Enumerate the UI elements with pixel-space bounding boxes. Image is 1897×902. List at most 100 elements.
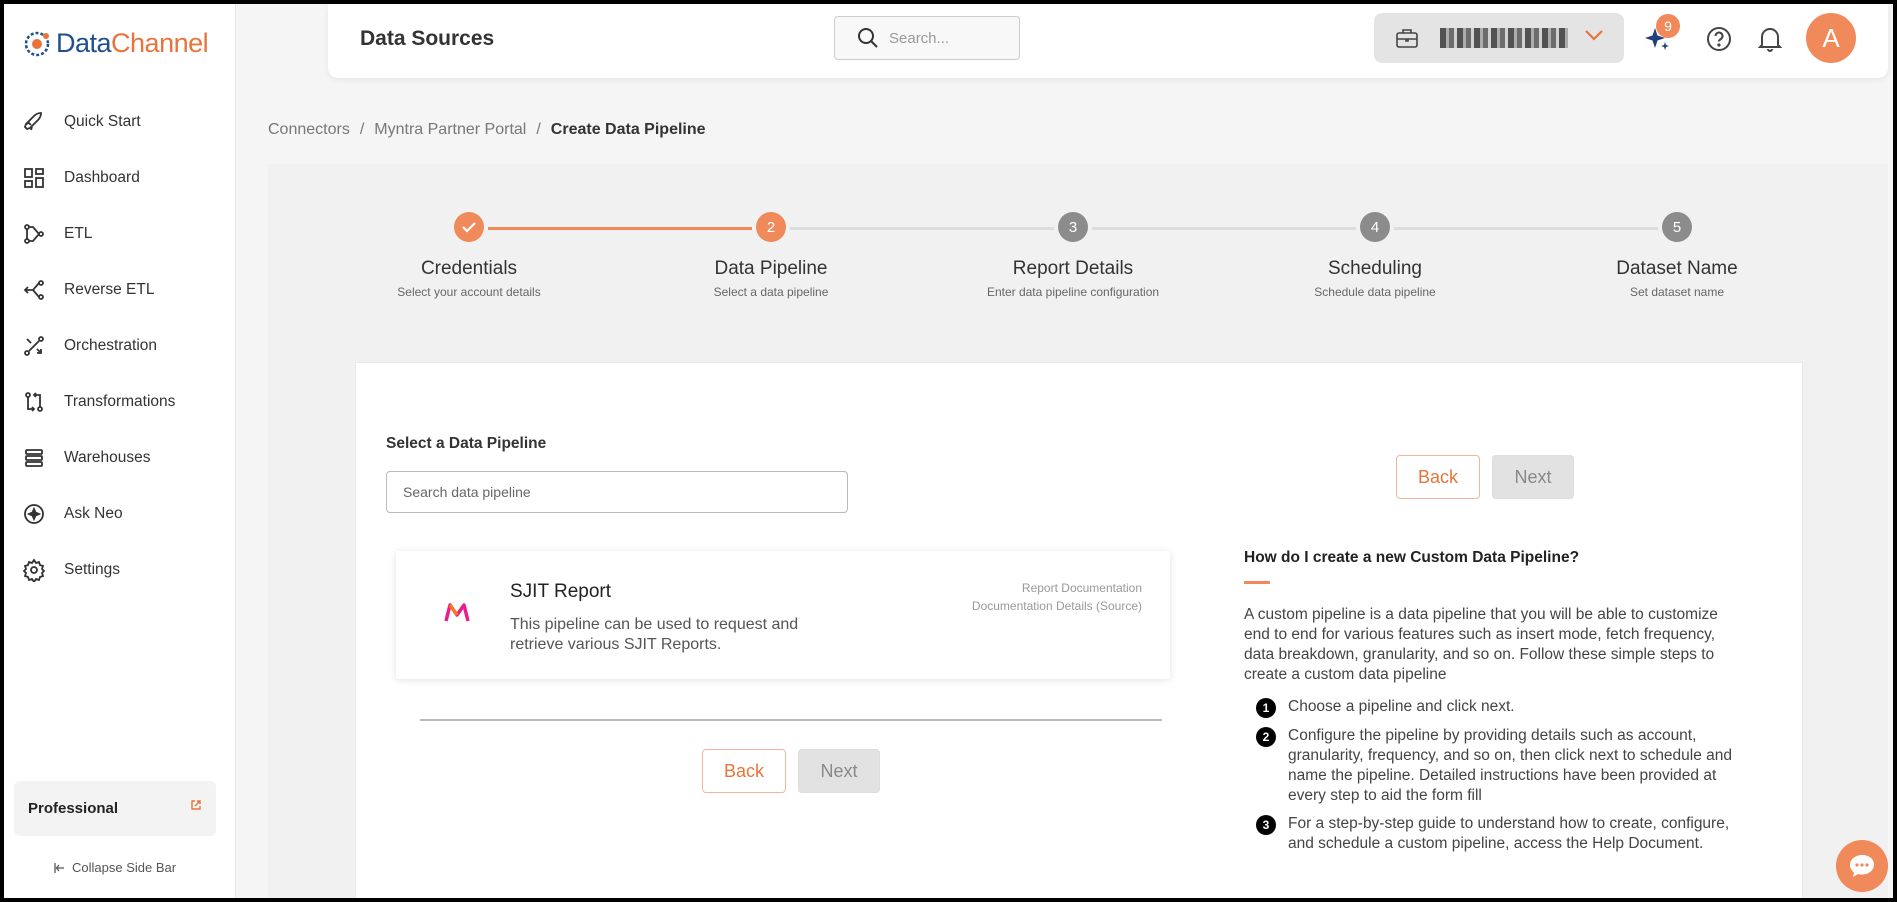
app-window: DataChannel Quick Start Dashboard ETL Re… — [4, 4, 1893, 898]
help-icon[interactable] — [1706, 26, 1732, 52]
collapse-sidebar-button[interactable]: Collapse Side Bar — [54, 860, 176, 875]
workspace-name-redacted — [1440, 28, 1568, 48]
breadcrumb-separator: / — [359, 121, 365, 138]
breadcrumb-separator: / — [536, 121, 541, 138]
sidebar-nav: Quick Start Dashboard ETL Reverse ETL Or… — [4, 94, 236, 598]
chat-bubble-icon — [1850, 855, 1874, 877]
rocket-icon — [23, 112, 42, 131]
help-steps-list: 1 Choose a pipeline and click next. 2 Co… — [1256, 697, 1736, 862]
sidebar-item-etl[interactable]: ETL — [4, 206, 236, 262]
pipeline-option-card[interactable]: SJIT Report This pipeline can be used to… — [396, 551, 1170, 679]
step-title: Credentials — [420, 258, 518, 279]
back-button[interactable]: Back — [702, 749, 786, 793]
step-title: Scheduling — [1327, 258, 1423, 279]
sidebar-item-reverse-etl[interactable]: Reverse ETL — [4, 262, 236, 318]
sidebar: DataChannel Quick Start Dashboard ETL Re… — [4, 4, 236, 898]
notifications-count-badge: 9 — [1656, 14, 1680, 38]
step-title: Data Pipeline — [714, 258, 828, 279]
sidebar-item-label: ETL — [64, 225, 93, 242]
breadcrumb: Connectors / Myntra Partner Portal / Cre… — [268, 121, 706, 139]
sidebar-item-quick-start[interactable]: Quick Start — [4, 94, 236, 150]
sidebar-item-ask-neo[interactable]: Ask Neo — [4, 486, 236, 542]
workspace-selector[interactable] — [1374, 13, 1624, 63]
step-scheduling: 4 Scheduling Schedule data pipeline — [1265, 212, 1485, 299]
check-icon — [454, 212, 484, 242]
logo-text-channel: Channel — [111, 28, 209, 58]
next-button[interactable]: Next — [798, 749, 880, 793]
brand-logo[interactable]: DataChannel — [22, 28, 209, 59]
sidebar-item-label: Reverse ETL — [64, 281, 155, 298]
etl-icon — [24, 224, 44, 244]
logo-text-data: Data — [56, 28, 112, 58]
step-subtitle: Schedule data pipeline — [1314, 285, 1436, 299]
help-step-number: 3 — [1256, 815, 1276, 835]
step-title: Dataset Name — [1616, 258, 1738, 279]
step-number: 3 — [1058, 212, 1088, 242]
select-pipeline-label: Select a Data Pipeline — [386, 435, 547, 452]
sidebar-item-settings[interactable]: Settings — [4, 542, 236, 598]
step-title: Report Details — [1012, 258, 1134, 279]
orchestration-icon — [24, 336, 44, 356]
sidebar-item-label: Orchestration — [64, 337, 158, 354]
sidebar-item-label: Transformations — [64, 393, 176, 410]
plan-label: Professional — [28, 800, 119, 817]
user-avatar[interactable]: A — [1806, 13, 1856, 63]
pipeline-name: SJIT Report — [510, 581, 612, 602]
help-step-text: Choose a pipeline and click next. — [1288, 698, 1515, 715]
divider — [420, 719, 1162, 721]
sidebar-item-dashboard[interactable]: Dashboard — [4, 150, 236, 206]
step-subtitle: Select your account details — [397, 285, 541, 299]
help-step-text: For a step-by-step guide to understand h… — [1288, 815, 1730, 852]
back-button-top[interactable]: Back — [1396, 455, 1480, 499]
sidebar-item-label: Dashboard — [64, 169, 140, 186]
collapse-label: Collapse Side Bar — [72, 860, 177, 875]
help-title: How do I create a new Custom Data Pipeli… — [1244, 549, 1580, 566]
help-step: 1 Choose a pipeline and click next. — [1256, 697, 1736, 718]
myntra-logo-icon — [444, 603, 470, 622]
sidebar-item-label: Ask Neo — [64, 505, 123, 522]
next-button-top[interactable]: Next — [1492, 455, 1574, 499]
breadcrumb-connectors[interactable]: Connectors — [268, 121, 350, 139]
sidebar-item-transformations[interactable]: Transformations — [4, 374, 236, 430]
ask-neo-icon — [24, 504, 44, 524]
sidebar-item-orchestration[interactable]: Orchestration — [4, 318, 236, 374]
chevron-down-icon — [1585, 30, 1603, 41]
search-icon — [858, 28, 878, 48]
gear-icon — [22, 558, 46, 582]
sidebar-item-warehouses[interactable]: Warehouses — [4, 430, 236, 486]
pipeline-search-input[interactable] — [386, 471, 848, 513]
breadcrumb-current: Create Data Pipeline — [550, 121, 706, 138]
plan-box[interactable]: Professional — [14, 781, 216, 836]
help-body: A custom pipeline is a data pipeline tha… — [1244, 606, 1718, 683]
help-step-number: 1 — [1256, 698, 1276, 718]
dashboard-icon — [24, 168, 44, 188]
pipeline-doc-links: Report Documentation Documentation Detai… — [972, 579, 1142, 615]
help-accent-bar — [1244, 581, 1270, 584]
step-credentials: Credentials Select your account details — [359, 212, 579, 299]
help-step-number: 2 — [1256, 727, 1276, 747]
chat-support-button[interactable] — [1836, 840, 1888, 892]
briefcase-icon — [1396, 29, 1418, 48]
global-search-placeholder: Search... — [889, 29, 950, 47]
page-title: Data Sources — [360, 27, 495, 50]
step-data-pipeline: 2 Data Pipeline Select a data pipeline — [661, 212, 881, 299]
bell-icon[interactable] — [1758, 26, 1782, 52]
sidebar-item-label: Settings — [64, 561, 121, 578]
step-subtitle: Select a data pipeline — [713, 285, 829, 299]
breadcrumb-myntra[interactable]: Myntra Partner Portal — [374, 121, 526, 139]
documentation-details-link[interactable]: Documentation Details (Source) — [972, 597, 1142, 615]
global-search[interactable]: Search... — [834, 16, 1020, 60]
pipeline-form-card: Select a Data Pipeline Back Next SJIT Re… — [355, 362, 1803, 898]
logo-globe-icon — [24, 31, 50, 56]
step-subtitle: Enter data pipeline configuration — [986, 285, 1160, 299]
report-documentation-link[interactable]: Report Documentation — [972, 579, 1142, 597]
step-dataset-name: 5 Dataset Name Set dataset name — [1567, 212, 1787, 299]
step-number: 2 — [756, 212, 786, 242]
transformations-icon — [25, 392, 43, 412]
top-header: Data Sources Search... 9 A — [328, 4, 1888, 78]
sidebar-item-label: Quick Start — [64, 113, 141, 130]
sidebar-item-label: Warehouses — [64, 449, 151, 466]
external-link-icon[interactable] — [190, 799, 202, 811]
reverse-etl-icon — [23, 280, 44, 300]
step-number: 4 — [1360, 212, 1390, 242]
